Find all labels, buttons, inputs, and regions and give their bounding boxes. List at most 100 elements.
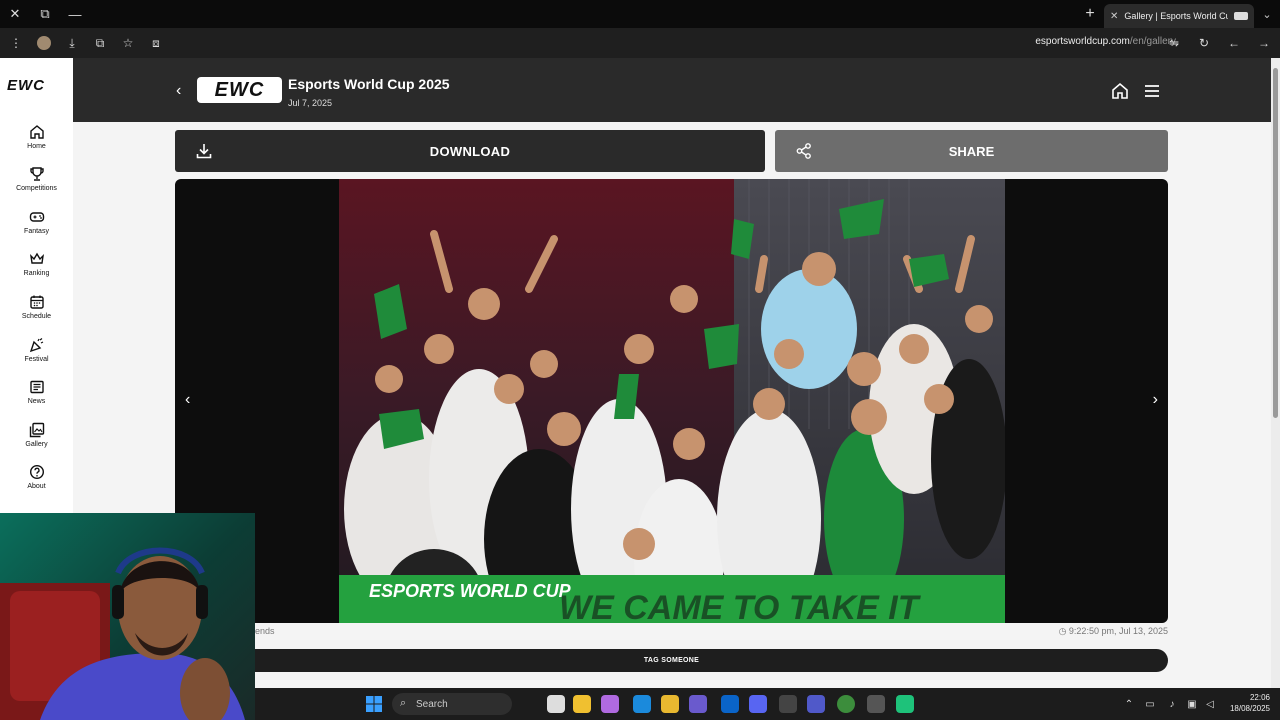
address-bar[interactable]: esportsworldcup.com/en/gallery bbox=[1035, 36, 1176, 47]
download-icon bbox=[196, 144, 212, 159]
sidebar-item-news[interactable]: News bbox=[0, 379, 73, 405]
back-icon[interactable]: ← bbox=[1222, 31, 1246, 55]
sidebar-item-ranking[interactable]: Ranking bbox=[0, 251, 73, 277]
ewc-logo[interactable]: EWC bbox=[7, 77, 45, 94]
previous-photo-arrow-icon[interactable]: ‹ bbox=[185, 391, 190, 409]
streamer-webcam-image bbox=[0, 547, 245, 720]
gallery-header: ‹ EWC Esports World Cup 2025 Jul 7, 2025 bbox=[73, 58, 1271, 122]
share-label: SHARE bbox=[948, 143, 995, 159]
home-icon bbox=[29, 125, 44, 139]
windows-taskbar: ⌕ Search ⌃ ▭ ♪ ▣ ◁ 22:06 18/08/2025 bbox=[255, 688, 1280, 720]
photo-meta-caption: ends bbox=[255, 626, 275, 636]
gallery-photo[interactable]: WE CAME TO TAKE IT ESPORTS WORLD CUP bbox=[339, 179, 1005, 623]
sidebar-item-about[interactable]: About bbox=[0, 464, 73, 490]
windows-start-icon[interactable] bbox=[366, 696, 382, 712]
back-arrow-icon[interactable]: ‹ bbox=[176, 82, 181, 100]
sidebar-item-competitions[interactable]: Competitions bbox=[0, 166, 73, 192]
sidebar-item-home[interactable]: Home bbox=[0, 124, 73, 150]
chrome-icon[interactable] bbox=[837, 695, 855, 713]
browser-toolbar: ⋮ ⤓ ⧉ ☆ ⧈ esportsworldcup.com/en/gallery… bbox=[0, 28, 1280, 58]
sidebar-item-label: News bbox=[27, 398, 46, 405]
close-window-icon[interactable]: ✕ bbox=[0, 0, 30, 28]
volume-icon[interactable]: ◁ bbox=[1203, 697, 1217, 711]
discord-icon[interactable] bbox=[749, 695, 767, 713]
sidebar-item-label: Ranking bbox=[23, 270, 50, 277]
ewc-brand-badge: EWC bbox=[197, 77, 282, 103]
reload-icon[interactable]: ↻ bbox=[1192, 31, 1216, 55]
gamepad-icon bbox=[29, 212, 44, 222]
photo-timestamp-text: 9:22:50 pm, Jul 13, 2025 bbox=[1068, 626, 1168, 636]
share-button[interactable]: SHARE bbox=[775, 130, 1168, 172]
edge-icon[interactable] bbox=[633, 695, 651, 713]
crowd-photo-illustration: WE CAME TO TAKE IT ESPORTS WORLD CUP bbox=[339, 179, 1005, 623]
forward-icon[interactable]: → bbox=[1252, 31, 1276, 55]
tray-chevron-icon[interactable]: ⌃ bbox=[1122, 697, 1136, 711]
extensions-icon[interactable]: ⧉ bbox=[88, 31, 112, 55]
sidebar-item-label: Schedule bbox=[21, 313, 52, 320]
sidebar-item-gallery[interactable]: Gallery bbox=[0, 422, 73, 448]
network-icon[interactable]: ▣ bbox=[1185, 697, 1199, 711]
clock-time: 22:06 bbox=[1249, 693, 1270, 702]
app-icon[interactable] bbox=[689, 695, 707, 713]
tab-strip: + ✕ Gallery | Esports World Cup ⌄ bbox=[1076, 0, 1280, 28]
sidebar-item-festival[interactable]: Festival bbox=[0, 337, 73, 363]
screenshot-icon[interactable]: ⧈ bbox=[144, 31, 168, 55]
restore-window-icon[interactable]: ⧉ bbox=[30, 0, 60, 28]
page-scrollbar[interactable] bbox=[1271, 58, 1280, 688]
gallery-icon bbox=[29, 422, 44, 438]
microphone-icon[interactable]: ♪ bbox=[1165, 697, 1179, 711]
task-view-icon[interactable] bbox=[547, 695, 565, 713]
banner-logo-text: ESPORTS WORLD CUP bbox=[369, 581, 572, 601]
page-date: Jul 7, 2025 bbox=[288, 98, 333, 108]
tab-title: Gallery | Esports World Cup bbox=[1124, 11, 1228, 21]
sidebar-item-label: Fantasy bbox=[24, 228, 49, 235]
new-tab-button[interactable]: + bbox=[1076, 0, 1104, 28]
browser-titlebar: ✕ ⧉ — + ✕ Gallery | Esports World Cup ⌄ bbox=[0, 0, 1280, 28]
microsoft-store-icon[interactable] bbox=[573, 695, 591, 713]
outlook-icon[interactable] bbox=[721, 695, 739, 713]
sidebar-item-label: Home bbox=[27, 143, 46, 150]
photo-timestamp: ◷ 9:22:50 pm, Jul 13, 2025 bbox=[1058, 626, 1168, 636]
app-icon[interactable] bbox=[601, 695, 619, 713]
download-icon[interactable]: ⤓ bbox=[60, 31, 84, 55]
hamburger-menu-icon[interactable] bbox=[1143, 82, 1161, 100]
home-icon[interactable] bbox=[1111, 82, 1129, 100]
tab-list-chevron-icon[interactable]: ⌄ bbox=[1254, 0, 1280, 28]
trophy-icon bbox=[29, 167, 44, 181]
site-settings-icon[interactable]: ⇋ bbox=[1162, 31, 1186, 55]
more-menu-icon[interactable]: ⋮ bbox=[4, 31, 28, 55]
tab-favicon-icon bbox=[1234, 12, 1248, 20]
sidebar: EWC Home Competitions Fantasy Ranking Sc… bbox=[0, 58, 73, 513]
file-explorer-icon[interactable] bbox=[661, 695, 679, 713]
taskbar-search[interactable]: ⌕ Search bbox=[392, 693, 512, 715]
download-button[interactable]: DOWNLOAD bbox=[175, 130, 765, 172]
crown-icon bbox=[29, 252, 44, 264]
minimize-window-icon[interactable]: — bbox=[60, 0, 90, 28]
active-tab[interactable]: ✕ Gallery | Esports World Cup bbox=[1104, 4, 1254, 28]
tag-someone-button[interactable]: TAG SOMEONE bbox=[175, 649, 1168, 672]
next-photo-arrow-icon[interactable]: › bbox=[1153, 391, 1158, 409]
scrollbar-thumb[interactable] bbox=[1273, 68, 1278, 418]
webcam-overlay bbox=[0, 513, 255, 720]
taskbar-search-placeholder: Search bbox=[416, 698, 448, 710]
sidebar-item-label: About bbox=[27, 483, 46, 490]
download-label: DOWNLOAD bbox=[429, 143, 511, 159]
teams-icon[interactable] bbox=[807, 695, 825, 713]
help-icon bbox=[29, 464, 44, 480]
page-title: Esports World Cup 2025 bbox=[288, 76, 450, 92]
app-icon[interactable] bbox=[896, 695, 914, 713]
bookmark-star-icon[interactable]: ☆ bbox=[116, 31, 140, 55]
share-icon bbox=[796, 143, 811, 159]
sidebar-item-schedule[interactable]: Schedule bbox=[0, 294, 73, 320]
sidebar-item-label: Festival bbox=[24, 356, 49, 363]
sidebar-item-fantasy[interactable]: Fantasy bbox=[0, 209, 73, 235]
profile-avatar[interactable] bbox=[32, 31, 56, 55]
settings-icon[interactable] bbox=[779, 695, 797, 713]
system-clock[interactable]: 22:06 18/08/2025 bbox=[1230, 692, 1270, 714]
sidebar-item-label: Competitions bbox=[16, 185, 57, 192]
tray-app-icon[interactable]: ▭ bbox=[1143, 697, 1157, 711]
search-icon: ⌕ bbox=[400, 697, 407, 709]
close-tab-icon[interactable]: ✕ bbox=[1110, 11, 1118, 22]
app-icon[interactable] bbox=[867, 695, 885, 713]
news-icon bbox=[29, 380, 44, 394]
